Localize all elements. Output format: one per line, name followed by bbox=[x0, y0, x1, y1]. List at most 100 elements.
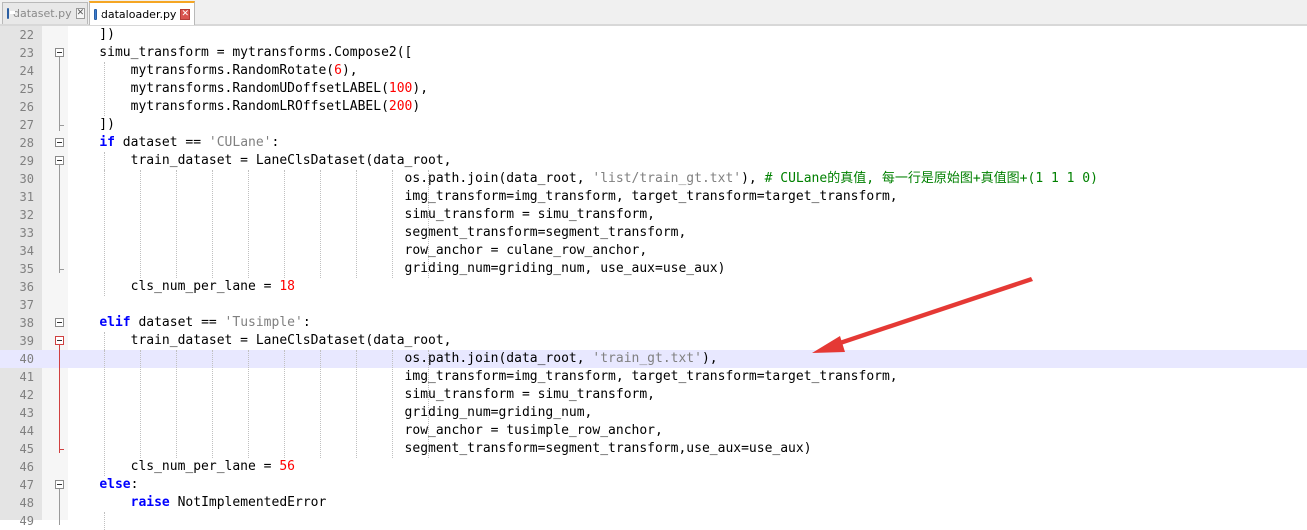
code-line[interactable]: 44 row_anchor = tusimple_row_anchor, bbox=[0, 422, 1307, 440]
code-line[interactable]: 39 train_dataset = LaneClsDataset(data_r… bbox=[0, 332, 1307, 350]
code-text: mytransforms.RandomRotate(6), bbox=[68, 63, 358, 78]
indent-guide bbox=[176, 170, 177, 278]
line-number: 30 bbox=[19, 172, 34, 186]
tab-dataset-py[interactable]: dataset.py ✕ bbox=[2, 2, 88, 24]
close-icon[interactable]: ✕ bbox=[180, 8, 190, 20]
indent-guide bbox=[248, 170, 249, 278]
code-line[interactable]: 37 bbox=[0, 296, 1307, 314]
code-line[interactable]: 41 img_transform=img_transform, target_t… bbox=[0, 368, 1307, 386]
line-number: 31 bbox=[19, 190, 34, 204]
python-file-icon bbox=[94, 8, 102, 20]
code-text: row_anchor = tusimple_row_anchor, bbox=[68, 423, 663, 438]
code-line[interactable]: 49 bbox=[0, 512, 1307, 530]
code-line[interactable]: 29 train_dataset = LaneClsDataset(data_r… bbox=[0, 152, 1307, 170]
code-line[interactable]: 42 simu_transform = simu_transform, bbox=[0, 386, 1307, 404]
code-line[interactable]: 40 os.path.join(data_root, 'train_gt.txt… bbox=[0, 350, 1307, 368]
line-number: 39 bbox=[19, 334, 34, 348]
code-text: if dataset == 'CULane': bbox=[99, 135, 280, 150]
fold-minus-icon bbox=[55, 138, 64, 147]
code-line[interactable]: 47 else: bbox=[0, 476, 1307, 494]
code-text: img_transform=img_transform, target_tran… bbox=[68, 369, 898, 384]
indent-guide bbox=[428, 350, 429, 458]
indent-guide bbox=[428, 170, 429, 278]
code-text: train_dataset = LaneClsDataset(data_root… bbox=[68, 333, 452, 348]
line-number: 22 bbox=[19, 28, 34, 42]
fold-minus-icon bbox=[55, 336, 64, 345]
code-line[interactable]: 25 mytransforms.RandomUDoffsetLABEL(100)… bbox=[0, 80, 1307, 98]
line-number: 34 bbox=[19, 244, 34, 258]
tab-dataloader-py[interactable]: dataloader.py ✕ bbox=[89, 1, 195, 25]
code-line[interactable]: 36 cls_num_per_lane = 18 bbox=[0, 278, 1307, 296]
fold-line bbox=[59, 165, 60, 273]
code-line[interactable]: 31 img_transform=img_transform, target_t… bbox=[0, 188, 1307, 206]
fold-end bbox=[59, 449, 64, 450]
code-text: griding_num=griding_num, bbox=[68, 405, 593, 420]
code-text: cls_num_per_lane = 56 bbox=[68, 459, 295, 474]
indent-guide bbox=[356, 170, 357, 278]
line-number: 40 bbox=[19, 352, 34, 366]
line-number: 28 bbox=[19, 136, 34, 150]
code-line[interactable]: 26 mytransforms.RandomLROffsetLABEL(200) bbox=[0, 98, 1307, 116]
code-text: simu_transform = simu_transform, bbox=[68, 387, 655, 402]
code-text: segment_transform=segment_transform, bbox=[68, 225, 687, 240]
indent-guide bbox=[140, 170, 141, 278]
indent-guide bbox=[320, 350, 321, 458]
indent-guide bbox=[284, 170, 285, 278]
code-line[interactable]: 27 ]) bbox=[0, 116, 1307, 134]
line-number: 23 bbox=[19, 46, 34, 60]
line-number: 43 bbox=[19, 406, 34, 420]
code-line[interactable]: 45 segment_transform=segment_transform,u… bbox=[0, 440, 1307, 458]
code-line[interactable]: 48 raise NotImplementedError bbox=[0, 494, 1307, 512]
line-number: 49 bbox=[19, 514, 34, 528]
fold-line bbox=[59, 345, 60, 453]
indent-guide bbox=[104, 62, 105, 116]
code-line[interactable]: 35 griding_num=griding_num, use_aux=use_… bbox=[0, 260, 1307, 278]
code-text: img_transform=img_transform, target_tran… bbox=[68, 189, 898, 204]
code-line[interactable]: 30 os.path.join(data_root, 'list/train_g… bbox=[0, 170, 1307, 188]
code-line[interactable]: 22 ]) bbox=[0, 26, 1307, 44]
code-line[interactable]: 38 elif dataset == 'Tusimple': bbox=[0, 314, 1307, 332]
code-line[interactable]: 23 simu_transform = mytransforms.Compose… bbox=[0, 44, 1307, 62]
fold-minus-icon bbox=[55, 156, 64, 165]
fold-end bbox=[59, 269, 64, 270]
indent-guide bbox=[176, 350, 177, 458]
tab-label: dataloader.py bbox=[100, 7, 177, 21]
fold-minus-icon bbox=[55, 318, 64, 327]
code-text: row_anchor = culane_row_anchor, bbox=[68, 243, 648, 258]
indent-guide bbox=[104, 512, 105, 530]
indent-guide bbox=[104, 332, 105, 476]
code-line[interactable]: 28 if dataset == 'CULane': bbox=[0, 134, 1307, 152]
code-line[interactable]: 32 simu_transform = simu_transform, bbox=[0, 206, 1307, 224]
fold-minus-icon bbox=[55, 48, 64, 57]
code-text: simu_transform = mytransforms.Compose2([ bbox=[68, 45, 413, 60]
line-number: 25 bbox=[19, 82, 34, 96]
indent-guide bbox=[212, 170, 213, 278]
line-number: 44 bbox=[19, 424, 34, 438]
indent-guide bbox=[392, 170, 393, 278]
line-number: 47 bbox=[19, 478, 34, 492]
line-number: 37 bbox=[19, 298, 34, 312]
code-text: train_dataset = LaneClsDataset(data_root… bbox=[68, 153, 452, 168]
indent-guide bbox=[104, 152, 105, 296]
code-line[interactable]: 24 mytransforms.RandomRotate(6), bbox=[0, 62, 1307, 80]
indent-guide bbox=[248, 350, 249, 458]
code-line[interactable]: 46 cls_num_per_lane = 56 bbox=[0, 458, 1307, 476]
code-editor[interactable]: 22 ]) 23 simu_transform = mytransforms.Co… bbox=[0, 26, 1307, 530]
code-line[interactable]: 33 segment_transform=segment_transform, bbox=[0, 224, 1307, 242]
indent-guide bbox=[284, 350, 285, 458]
code-text: simu_transform = simu_transform, bbox=[68, 207, 655, 222]
line-number: 38 bbox=[19, 316, 34, 330]
indent-guide bbox=[356, 350, 357, 458]
code-text: raise NotImplementedError bbox=[130, 495, 327, 510]
line-number: 35 bbox=[19, 262, 34, 276]
indent-guide bbox=[212, 350, 213, 458]
code-text: cls_num_per_lane = 18 bbox=[68, 279, 295, 294]
code-line[interactable]: 43 griding_num=griding_num, bbox=[0, 404, 1307, 422]
code-text: mytransforms.RandomUDoffsetLABEL(100), bbox=[68, 81, 429, 96]
code-text: os.path.join(data_root, 'list/train_gt.t… bbox=[68, 171, 1098, 186]
line-number: 41 bbox=[19, 370, 34, 384]
line-number: 24 bbox=[19, 64, 34, 78]
line-number: 36 bbox=[19, 280, 34, 294]
code-line[interactable]: 34 row_anchor = culane_row_anchor, bbox=[0, 242, 1307, 260]
close-icon[interactable]: ✕ bbox=[75, 8, 86, 19]
